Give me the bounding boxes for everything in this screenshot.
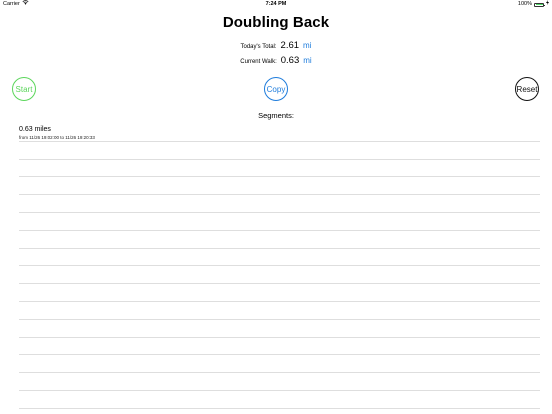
reset-button[interactable]: Reset — [515, 77, 539, 101]
empty-row — [19, 355, 540, 374]
status-bar: Carrier 7:24 PM 100% — [0, 0, 552, 9]
todays-total-label: Today's Total: — [240, 44, 277, 50]
empty-row — [19, 284, 540, 302]
empty-row — [19, 266, 540, 285]
empty-row — [19, 177, 540, 196]
todays-total-row: Today's Total: 2.61 mi — [0, 40, 552, 51]
page-title: Doubling Back — [222, 14, 330, 31]
segment-row[interactable]: 0.63 miles from 11/26 19:02:00 to 11/26 1… — [19, 124, 540, 142]
empty-row — [19, 142, 540, 160]
empty-row — [19, 391, 540, 409]
empty-row — [19, 338, 540, 356]
charging-icon — [546, 0, 549, 9]
empty-row — [19, 213, 540, 231]
current-walk-unit: mi — [303, 56, 312, 65]
empty-row — [19, 195, 540, 213]
empty-row — [19, 231, 540, 249]
segment-distance: 0.63 miles — [19, 126, 51, 133]
current-walk-row: Current Walk: 0.63 mi — [0, 55, 552, 66]
todays-total-value: 2.61 — [280, 40, 300, 51]
empty-row — [19, 320, 540, 338]
empty-row — [19, 373, 540, 391]
empty-row — [19, 160, 540, 178]
copy-button[interactable]: Copy — [264, 77, 288, 101]
status-right: 100% — [518, 0, 549, 9]
battery-percent: 100% — [517, 1, 532, 7]
current-walk-label: Current Walk: — [240, 59, 277, 65]
empty-row — [19, 302, 540, 320]
battery-icon — [534, 2, 545, 7]
start-button[interactable]: Start — [12, 77, 36, 101]
todays-total-unit: mi — [303, 41, 312, 50]
current-walk-value: 0.63 — [280, 55, 300, 66]
segments-label: Segments: — [258, 111, 294, 120]
empty-row — [19, 249, 540, 267]
status-time: 7:24 PM — [265, 1, 287, 7]
segment-list: 0.63 miles from 11/26 19:02:00 to 11/26 1… — [19, 124, 540, 409]
segment-time-range: from 11/26 19:02:00 to 11/26 19:20:33 — [19, 134, 95, 140]
